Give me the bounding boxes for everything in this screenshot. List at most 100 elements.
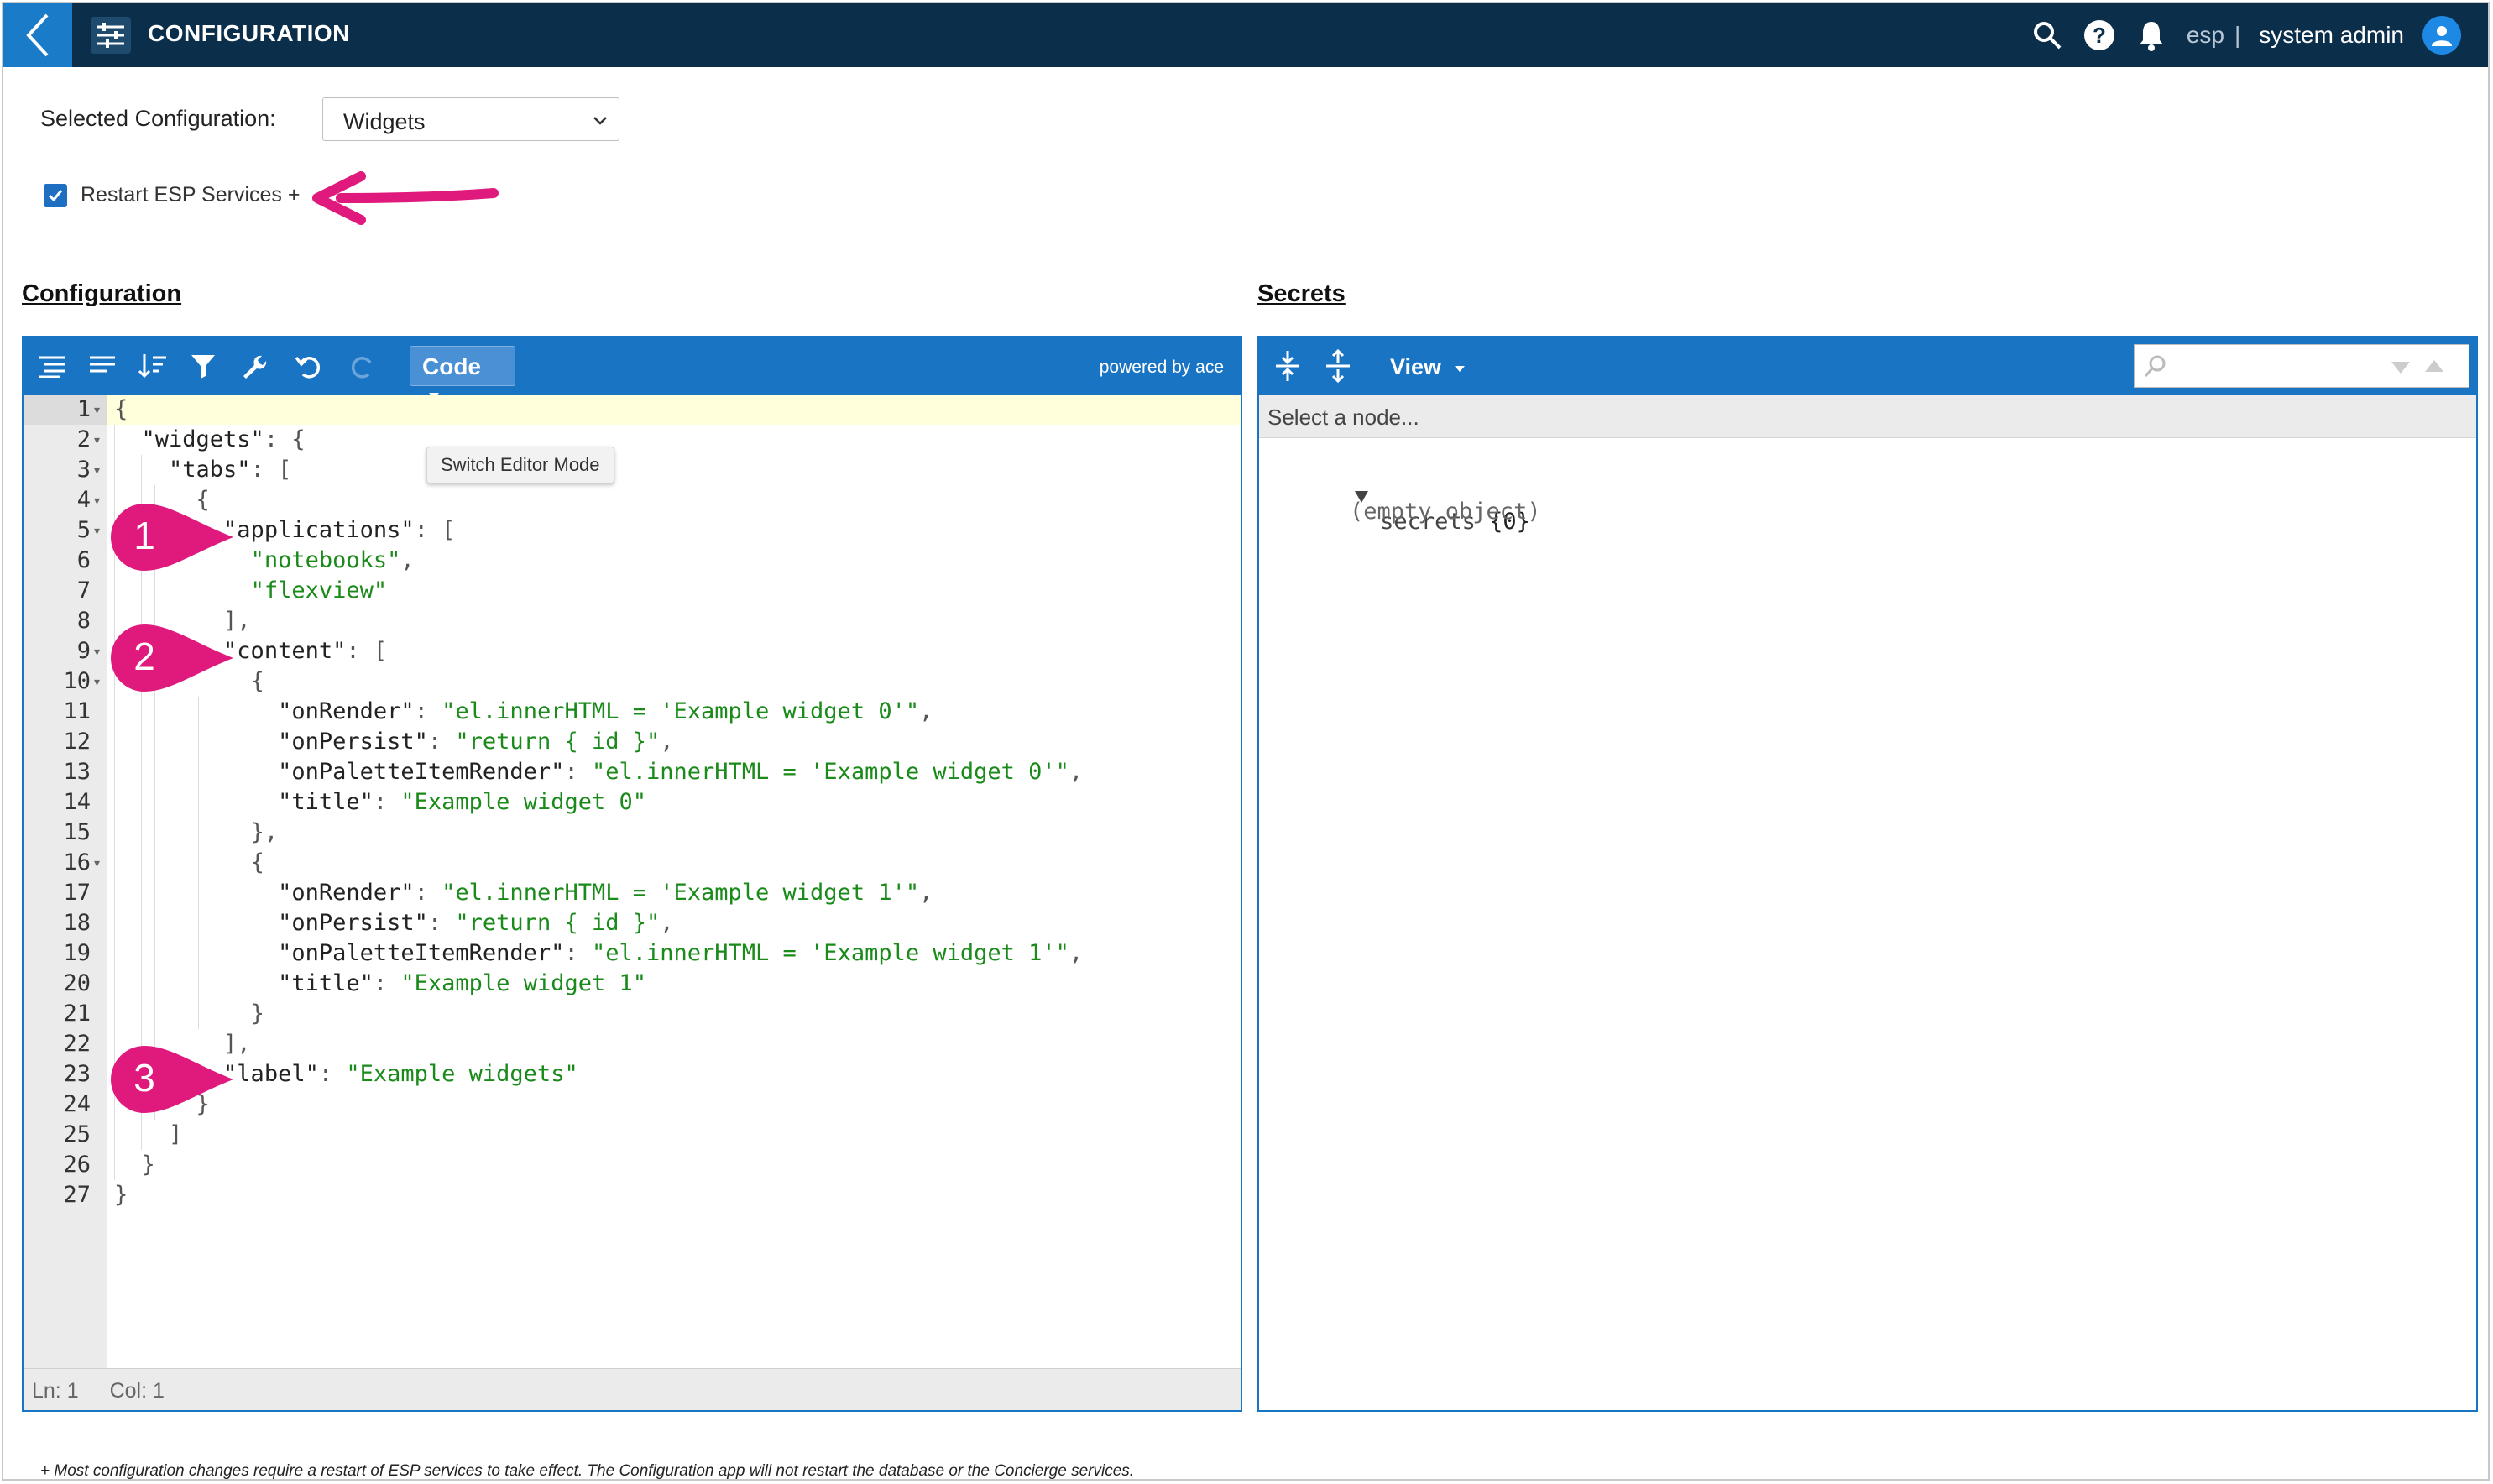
editor-mode-tooltip: Switch Editor Mode: [426, 447, 614, 483]
footer-note: + Most configuration changes require a r…: [40, 1462, 1135, 1480]
editor-mode-label: Code: [422, 353, 481, 379]
undo-icon[interactable]: [292, 349, 326, 383]
line-number: 2: [76, 426, 91, 452]
view-mode-label: View: [1390, 354, 1442, 379]
line-number: 16: [63, 849, 91, 875]
restart-services-checkbox[interactable]: [44, 183, 67, 207]
user-icon: [2432, 26, 2452, 46]
code-line: "title": "Example widget 0": [278, 789, 646, 815]
previous-result-icon: [2425, 360, 2443, 372]
avatar[interactable]: [2422, 16, 2461, 55]
line-number: 7: [76, 577, 91, 604]
user-name[interactable]: system admin: [2259, 22, 2404, 49]
header-actions: ? esp | system admin: [2030, 3, 2461, 67]
fold-toggle-icon[interactable]: ▾: [94, 515, 106, 546]
configuration-editor: Code powered by ace 1 ▾ 2 ▾ 3 ▾ 4 ▾ 5 ▾ 6 7 8 9 ▾ 10 ▾ 11…: [22, 336, 1242, 1412]
expand-all-icon[interactable]: [1271, 349, 1304, 383]
line-number: 4: [76, 487, 91, 513]
code-line: "onPaletteItemRender": "el.innerHTML = '…: [278, 759, 1084, 785]
code-line: {: [250, 849, 264, 875]
code-line: "widgets": {: [141, 426, 306, 452]
redo-icon[interactable]: [346, 349, 379, 383]
secrets-toolbar: View: [1259, 337, 2476, 395]
svg-text:2: 2: [133, 635, 155, 678]
annotation-marker-1: 1: [111, 504, 233, 571]
code-line: }: [141, 1152, 155, 1178]
bell-icon[interactable]: [2135, 18, 2168, 52]
secrets-section-title: Secrets: [1257, 280, 1346, 307]
view-mode-button[interactable]: View: [1390, 354, 1466, 380]
annotation-arrow-icon: [312, 171, 499, 225]
fold-toggle-icon[interactable]: ▾: [94, 395, 106, 425]
back-button[interactable]: [3, 3, 72, 67]
editor-mode-button[interactable]: Code: [410, 346, 515, 399]
secrets-search-input[interactable]: [2134, 344, 2469, 388]
configuration-select-value: Widgets: [343, 109, 426, 134]
line-number: 27: [63, 1182, 91, 1208]
code-line: "onPaletteItemRender": "el.innerHTML = '…: [278, 940, 1084, 966]
checkmark-icon: [48, 189, 63, 201]
code-line: "onPersist": "return { id }",: [278, 729, 674, 755]
line-number: 24: [63, 1091, 91, 1117]
collapse-all-icon[interactable]: [1321, 349, 1355, 383]
format-icon[interactable]: [35, 349, 69, 383]
configuration-select[interactable]: Widgets: [322, 97, 619, 141]
line-number: 5: [76, 517, 91, 543]
line-number: 6: [76, 547, 91, 573]
line-number: 20: [63, 970, 91, 996]
editor-gutter: 1 ▾ 2 ▾ 3 ▾ 4 ▾ 5 ▾ 6 7 8 9 ▾ 10 ▾ 11 12 13 14 15 16 ▾ 17 18 19 20 2…: [24, 395, 107, 1368]
powered-by-ace: powered by ace: [1099, 358, 1224, 377]
header-separator: |: [2234, 22, 2241, 48]
filter-icon[interactable]: [186, 349, 220, 383]
chevron-left-icon: [26, 13, 49, 57]
svg-text:3: 3: [133, 1056, 155, 1100]
fold-toggle-icon[interactable]: ▾: [94, 848, 106, 878]
fold-toggle-icon[interactable]: ▾: [94, 485, 106, 515]
wrench-icon[interactable]: [237, 349, 270, 383]
line-number: 8: [76, 608, 91, 634]
editor-statusbar: Ln: 1 Col: 1: [24, 1368, 1241, 1410]
line-number: 22: [63, 1031, 91, 1057]
code-area[interactable]: { "widgets": { "tabs": [ { "applications…: [107, 395, 1241, 1368]
compact-icon[interactable]: [86, 349, 119, 383]
help-icon[interactable]: ?: [2083, 18, 2116, 52]
secrets-editor: View Select a node... secrets {0} (empty…: [1257, 336, 2478, 1412]
line-number: 1: [76, 396, 91, 422]
selected-configuration-label: Selected Configuration:: [40, 106, 276, 131]
line-number: 21: [63, 1001, 91, 1027]
line-number: 25: [63, 1121, 91, 1147]
fold-toggle-icon[interactable]: ▾: [94, 666, 106, 697]
code-line: }: [250, 1001, 264, 1027]
svg-text:1: 1: [133, 514, 155, 557]
code-line: "onPersist": "return { id }",: [278, 910, 674, 936]
annotation-marker-3: 3: [111, 1046, 233, 1113]
code-line: "onRender": "el.innerHTML = 'Example wid…: [278, 880, 933, 906]
code-line: "tabs": [: [169, 457, 292, 483]
line-number: 14: [63, 789, 91, 815]
search-icon[interactable]: [2030, 18, 2064, 52]
app-title: CONFIGURATION: [148, 20, 350, 46]
line-number: 10: [63, 668, 91, 694]
caret-down-icon: [1454, 365, 1465, 372]
app-frame: CONFIGURATION ? esp | system admin Selec…: [2, 2, 2490, 1481]
line-number: 12: [63, 729, 91, 755]
fold-toggle-icon[interactable]: ▾: [94, 636, 106, 666]
restart-services-option[interactable]: Restart ESP Services +: [44, 183, 300, 207]
code-line: "title": "Example widget 1": [278, 970, 646, 996]
code-line: }: [114, 1182, 128, 1208]
code-line: {: [114, 396, 128, 422]
sliders-icon: [91, 17, 131, 54]
code-line: "onRender": "el.innerHTML = 'Example wid…: [278, 698, 933, 724]
line-number: 19: [63, 940, 91, 966]
line-number: 13: [63, 759, 91, 785]
fold-toggle-icon[interactable]: ▾: [94, 455, 106, 485]
tenant-name: esp: [2186, 22, 2224, 48]
code-line: },: [250, 819, 279, 845]
line-number: 15: [63, 819, 91, 845]
next-result-icon: [2391, 362, 2410, 374]
fold-toggle-icon[interactable]: ▾: [94, 425, 106, 455]
tree-empty-object: (empty object): [1350, 499, 1541, 525]
sort-icon[interactable]: [136, 349, 170, 383]
cursor-column: Col: 1: [109, 1379, 165, 1403]
node-navigation-bar: Select a node...: [1259, 395, 2476, 438]
